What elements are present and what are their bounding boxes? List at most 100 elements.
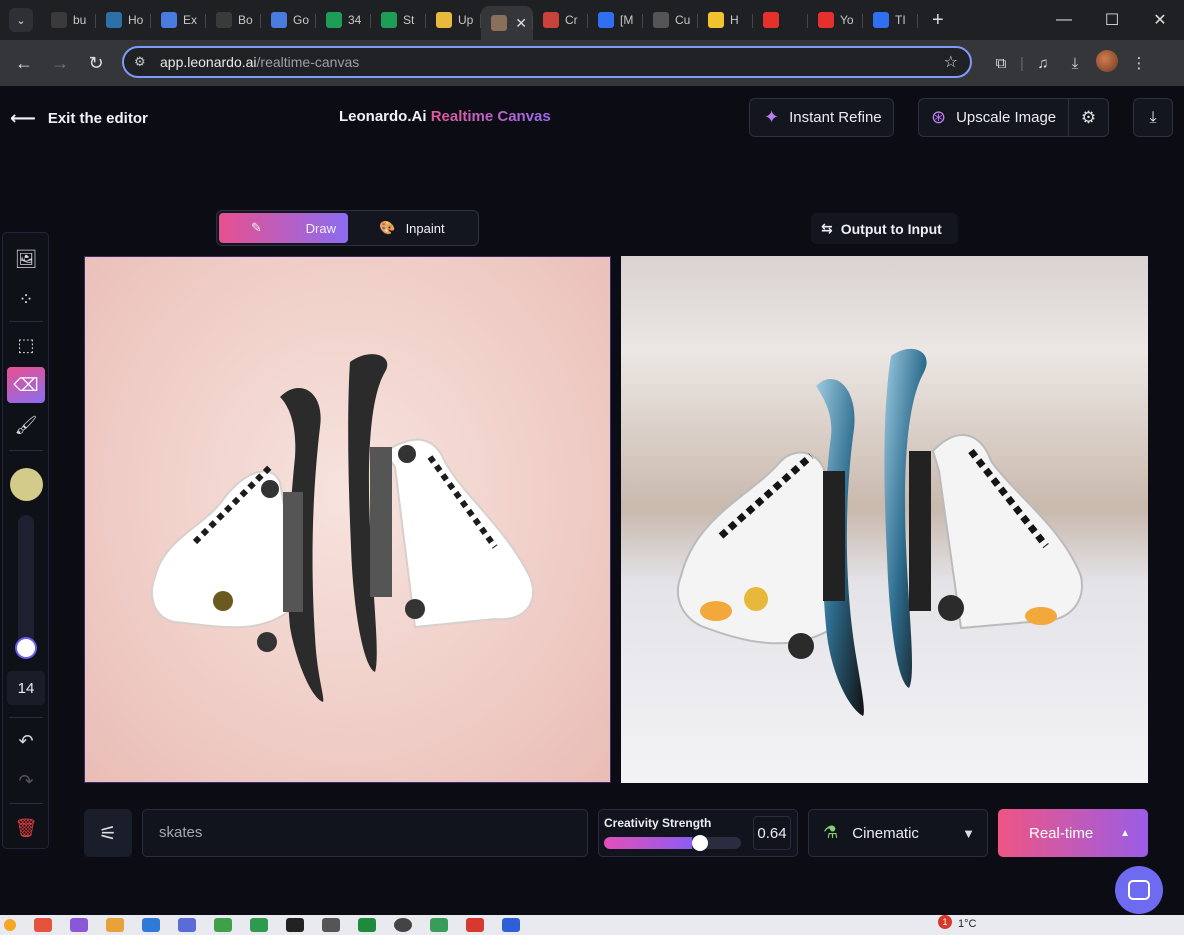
creativity-slider-track[interactable]	[604, 837, 741, 849]
translate-icon	[271, 12, 287, 28]
browser-tab[interactable]: TI	[863, 4, 918, 36]
grid-tool[interactable]: ⁘	[7, 281, 45, 317]
caret-up-icon[interactable]: ▲	[1120, 828, 1130, 839]
undo-button[interactable]: ↶	[7, 723, 45, 759]
profile-avatar[interactable]	[1091, 50, 1123, 76]
browser-tab[interactable]: Bo	[206, 4, 261, 36]
instant-refine-button[interactable]: ✦ Instant Refine	[749, 98, 894, 137]
support-chat-button[interactable]	[1115, 866, 1163, 914]
input-canvas[interactable]	[84, 256, 611, 783]
add-image-tool[interactable]: 🖼	[7, 241, 45, 277]
vs-icon[interactable]	[70, 918, 88, 932]
download-button[interactable]: ⤓	[1133, 98, 1173, 137]
browser-tab[interactable]: ✕	[481, 6, 533, 40]
browser-tab[interactable]	[753, 4, 808, 36]
browser-tab[interactable]: Cu	[643, 4, 698, 36]
brush-size-slider[interactable]	[18, 515, 34, 650]
back-icon[interactable]: ←	[6, 53, 42, 74]
close-window-icon[interactable]: ✕	[1136, 10, 1184, 30]
tab-title: Cr	[565, 13, 578, 27]
app-icon[interactable]	[142, 918, 160, 932]
generation-settings-button[interactable]: ⚟	[84, 809, 132, 857]
prompt-input[interactable]: skates	[142, 809, 588, 857]
redo-button[interactable]: ↷	[7, 763, 45, 799]
reload-icon[interactable]: ↻	[78, 53, 114, 74]
realtime-button[interactable]: Real-time ▲	[998, 809, 1148, 857]
app-icon[interactable]	[502, 918, 520, 932]
tab-title: Yo	[840, 13, 854, 27]
trash-icon: 🗑	[14, 817, 38, 838]
extension-toolbar: ⧉ | ♫ ⤓ ⋮	[985, 40, 1155, 86]
realtime-label: Real-time	[1029, 824, 1094, 842]
select-tool[interactable]: ⬚	[7, 327, 45, 363]
app-icon	[106, 12, 122, 28]
brush-icon: 🖌	[14, 414, 38, 435]
extensions-icon[interactable]: ⧉	[985, 55, 1017, 72]
tab-title: Go	[293, 13, 310, 27]
app-icon[interactable]	[250, 918, 268, 932]
bookmark-star-icon[interactable]: ☆	[944, 52, 958, 72]
output-canvas[interactable]	[621, 256, 1148, 783]
style-label: Cinematic	[852, 824, 919, 842]
browser-tab[interactable]: H	[698, 4, 753, 36]
openai-icon	[216, 12, 232, 28]
draw-mode-button[interactable]: ✎ Draw	[219, 213, 348, 243]
inpaint-mode-button[interactable]: 🎨 Inpaint	[348, 213, 476, 243]
tab-title: H	[730, 13, 739, 27]
browser-tab[interactable]: [M	[588, 4, 643, 36]
site-info-icon[interactable]: ⚙	[134, 54, 160, 70]
sparkle-icon: ✦	[764, 107, 780, 127]
downloads-icon[interactable]: ⤓	[1059, 55, 1091, 72]
app-icon[interactable]	[214, 918, 232, 932]
draw-mode-label: Draw	[305, 220, 336, 236]
exit-editor-label: Exit the editor	[47, 110, 148, 127]
close-tab-icon[interactable]: ✕	[515, 15, 527, 32]
brush-color-swatch[interactable]	[10, 468, 43, 501]
forward-icon[interactable]: →	[42, 53, 78, 74]
browser-tab[interactable]: bu	[41, 4, 96, 36]
browser-tab[interactable]: 34	[316, 4, 371, 36]
browser-menu-icon[interactable]: ⋮	[1123, 54, 1155, 72]
minimize-icon[interactable]: —	[1040, 11, 1088, 29]
chrome-taskbar-icon[interactable]	[34, 918, 52, 932]
upscale-label: Upscale Image	[956, 109, 1057, 126]
new-tab-button[interactable]: +	[932, 9, 944, 32]
creativity-value[interactable]: 0.64	[753, 816, 791, 850]
vlc-icon[interactable]	[106, 918, 124, 932]
weather-icon[interactable]	[4, 919, 16, 931]
browser-tab[interactable]: Ex	[151, 4, 206, 36]
brush-tool[interactable]: 🖌	[7, 407, 45, 443]
browser-tab[interactable]: Ho	[96, 4, 151, 36]
output-to-input-button[interactable]: ⇆ Output to Input	[811, 213, 958, 244]
brush-size-knob[interactable]	[17, 639, 35, 657]
app-icon[interactable]	[466, 918, 484, 932]
divider	[9, 450, 43, 451]
exit-editor-button[interactable]: ⟵ Exit the editor	[10, 108, 148, 129]
app-icon[interactable]	[394, 918, 412, 932]
input-skates-image	[150, 354, 535, 702]
upscale-image-button[interactable]: ⊛ Upscale Image ⚙	[918, 98, 1109, 137]
app-icon[interactable]	[358, 918, 376, 932]
app-icon[interactable]	[286, 918, 304, 932]
style-dropdown[interactable]: ⚗ Cinematic ▼	[808, 809, 988, 857]
gear-icon[interactable]: ⚙	[1068, 99, 1108, 136]
brush-size-value[interactable]: 14	[7, 671, 45, 705]
browser-tab[interactable]: Yo	[808, 4, 863, 36]
app-icon[interactable]	[322, 918, 340, 932]
tab-search-button[interactable]: ⌄	[9, 8, 33, 32]
teams-icon[interactable]	[178, 918, 196, 932]
tab-title: bu	[73, 13, 87, 27]
tool-sidebar: 🖼 ⁘ ⬚ ⌫ 🖌 14 ↶ ↷ 🗑	[2, 232, 49, 849]
leonardo-app: ⟵ Exit the editor Leonardo.Ai Realtime C…	[0, 86, 1184, 915]
app-icon[interactable]	[430, 918, 448, 932]
browser-tab[interactable]: Cr	[533, 4, 588, 36]
eraser-tool[interactable]: ⌫	[7, 367, 45, 403]
creativity-slider-knob[interactable]	[691, 835, 708, 851]
clear-canvas-button[interactable]: 🗑	[7, 810, 45, 846]
media-control-icon[interactable]: ♫	[1027, 55, 1059, 72]
browser-tab[interactable]: St	[371, 4, 426, 36]
maximize-icon[interactable]: ☐	[1088, 10, 1136, 30]
browser-tab[interactable]: Go	[261, 4, 316, 36]
url-field[interactable]: ⚙ app.leonardo.ai/realtime-canvas ☆	[122, 46, 972, 78]
browser-tab[interactable]: Up	[426, 4, 481, 36]
